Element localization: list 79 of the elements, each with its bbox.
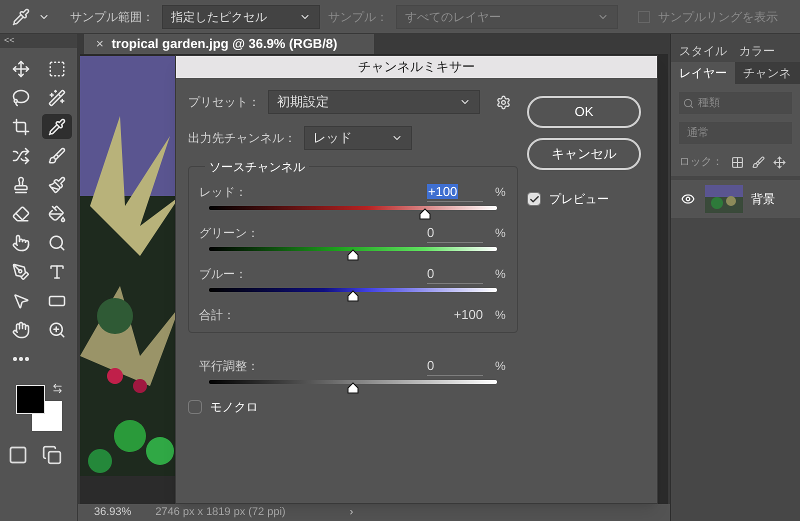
brush-icon[interactable] [752,156,765,168]
lock-label: ロック： [679,154,723,170]
value-field[interactable]: 0 [427,264,483,284]
preset-label: プリセット： [188,94,260,111]
total-label: 合計： [199,307,236,324]
zoom-icon [48,320,66,338]
lock-pixels-icon[interactable] [731,156,744,168]
document-tab[interactable]: × tropical garden.jpg @ 36.9% (RGB/8) [84,34,374,54]
value-field[interactable]: 0 [427,356,483,376]
swap-icon[interactable] [52,383,63,394]
type-icon [48,262,66,280]
unit-label: % [495,225,507,242]
output-channel-label: 出力先チャンネル： [188,130,296,147]
dialog-button[interactable]: キャンセル [527,138,641,170]
screen-mode-icon[interactable] [42,445,62,465]
lasso-icon [12,88,30,106]
pointer-icon [12,292,30,310]
paintbrush-icon [48,176,66,194]
value-field[interactable]: 0 [427,222,483,244]
layer-thumbnail [705,185,743,213]
eyedropper-icon [48,118,66,136]
dialog-title: チャンネルミキサー [176,56,657,78]
finger-icon [12,234,30,252]
panel-tab[interactable]: スタイル [679,42,727,60]
eye-icon[interactable] [681,192,695,206]
crossed-arrows-icon [12,146,30,164]
checkbox-label: プレビュー [549,191,609,208]
search-icon [683,98,694,108]
eyedropper-icon[interactable] [12,8,30,26]
unit-label: % [495,184,507,201]
unit-label: % [495,358,507,375]
checkbox[interactable] [188,400,202,414]
pen-icon [12,262,30,280]
status-arrow[interactable]: › [350,504,354,521]
layer-name: 背景 [751,191,775,208]
unit-label: % [495,266,507,283]
more-icon [13,356,29,360]
crop-icon [12,118,30,136]
checkbox-label: モノクロ [210,399,258,416]
magic-wand-icon [48,88,66,106]
tool-button[interactable] [42,114,72,139]
output-channel-dropdown[interactable]: レッド [304,126,412,150]
stamp-icon [12,176,30,194]
tab-title: tropical garden.jpg @ 36.9% (RGB/8) [112,35,338,54]
preset-dropdown[interactable]: 初期設定 [268,90,480,114]
move-icon[interactable] [773,156,786,168]
brush-icon [48,146,66,164]
color-swatches-drawing[interactable] [16,385,62,431]
sample-size-dropdown[interactable]: 指定したピクセル [162,4,320,28]
collapse-button[interactable]: << [0,34,77,48]
checkbox[interactable] [527,192,541,206]
document-size: 2746 px x 1819 px (72 ppi) [155,505,286,520]
close-button[interactable]: × [96,34,104,54]
channel-label: グリーン： [199,225,260,242]
slider-thumb[interactable] [347,249,359,261]
dialog-button[interactable]: OK [527,96,641,128]
check-icon [528,194,540,204]
slider-thumb[interactable] [347,382,359,394]
move-icon [12,60,30,78]
panel-tab[interactable]: レイヤー [671,62,735,84]
channel-label: ブルー： [199,266,248,283]
channel-label: 平行調整： [199,358,260,375]
settings-icon[interactable] [496,94,511,110]
value-field[interactable]: +100 [427,182,483,202]
channel-label: レッド： [199,184,248,201]
paint-bucket-icon [48,204,66,222]
zoom-level: 36.93% [94,505,132,520]
panel-tab[interactable]: チャンネ [735,62,799,84]
total-value: +100 [454,306,483,324]
slider-thumb[interactable] [347,290,359,302]
panel-tab[interactable]: カラー [739,42,775,60]
quick-mask-icon[interactable] [8,445,28,465]
eraser-icon [12,204,30,222]
sample-size-label: サンプル範囲： [70,8,154,26]
hand-icon [12,320,30,338]
unit-label: % [495,307,507,324]
marquee-icon [48,60,66,78]
slider-thumb[interactable] [419,208,431,220]
layer-row[interactable]: 背景 [671,180,800,218]
